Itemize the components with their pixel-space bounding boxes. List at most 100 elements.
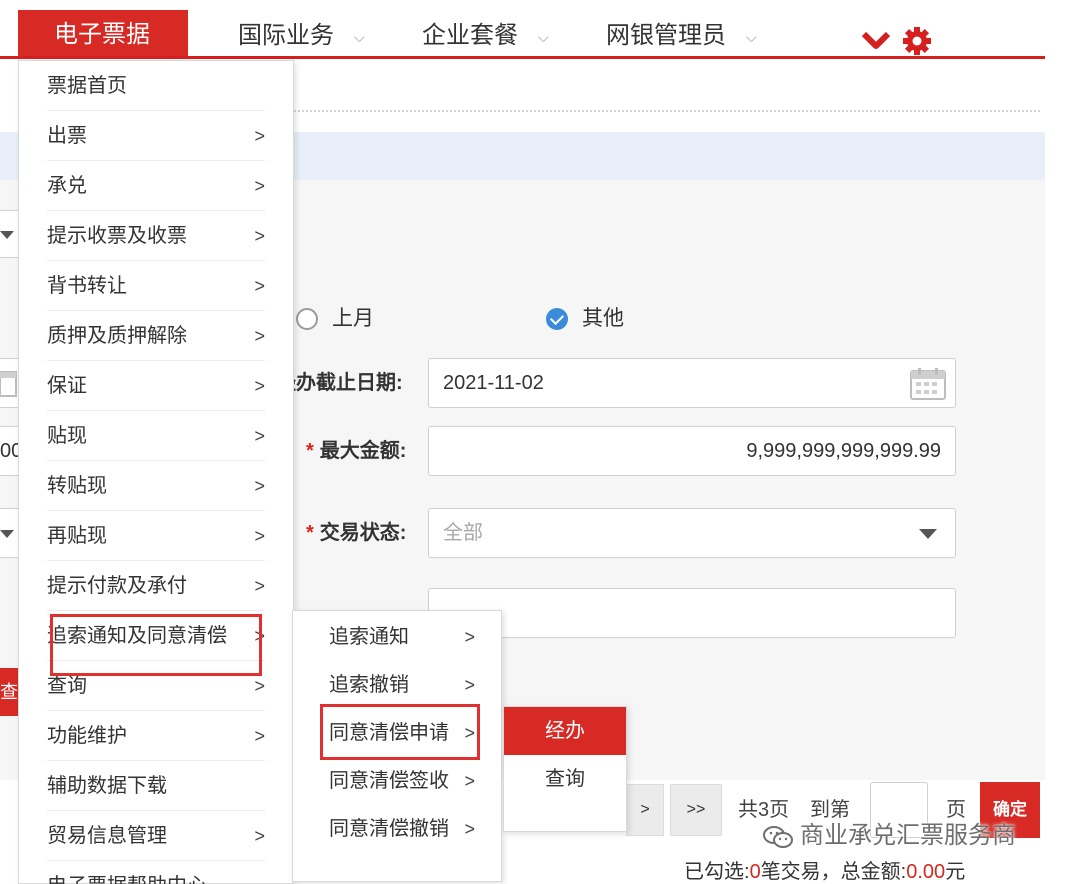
menu-item-label: 保证 xyxy=(47,375,87,397)
menu-item-label: 贴现 xyxy=(47,425,87,447)
nav-tab-netbank-admin[interactable]: 网银管理员 ⌵ xyxy=(606,20,757,53)
chevron-right-icon: > xyxy=(464,675,475,695)
submenu-item-recourse-notice[interactable]: 追索通知 > xyxy=(329,613,475,661)
menu-item-label: 提示付款及承付 xyxy=(47,575,187,597)
menu-item-discount[interactable]: 贴现 > xyxy=(47,411,265,461)
menu-item-accept[interactable]: 承兑 > xyxy=(47,161,265,211)
submenu-item-settlement-cancel[interactable]: 同意清偿撤销 > xyxy=(329,805,475,853)
chevron-down-icon: ⌵ xyxy=(538,28,549,45)
menu-item-label: 辅助数据下载 xyxy=(47,775,167,797)
radio-last-month[interactable]: 上月 xyxy=(296,304,374,334)
chevron-right-icon: > xyxy=(254,426,265,446)
menu-item-maintenance[interactable]: 功能维护 > xyxy=(47,711,265,761)
chevron-right-icon: > xyxy=(254,376,265,396)
submenu-item-handle[interactable]: 经办 xyxy=(504,707,626,755)
radio-label: 上月 xyxy=(332,307,374,330)
chevron-right-icon: > xyxy=(254,276,265,296)
chevron-right-icon: > xyxy=(254,526,265,546)
chevron-right-icon: > xyxy=(254,176,265,196)
menu-item-label: 承兑 xyxy=(47,175,87,197)
end-date-field[interactable]: 2021-11-02 xyxy=(428,358,956,408)
caret-down-icon xyxy=(0,530,14,538)
menu-item-label: 功能维护 xyxy=(47,725,127,747)
submenu-item-label: 追索撤销 xyxy=(329,674,409,696)
calendar-icon xyxy=(0,371,17,397)
settlement-apply-submenu: 经办 查询 xyxy=(503,706,627,832)
chevron-right-icon: > xyxy=(254,226,265,246)
nav-tab-international[interactable]: 国际业务 ⌵ xyxy=(238,20,365,53)
summary-prefix: 已勾选: xyxy=(684,861,750,883)
caret-down-icon xyxy=(0,231,14,239)
nav-tab-enterprise-package[interactable]: 企业套餐 ⌵ xyxy=(422,20,549,53)
status-select[interactable]: 全部 xyxy=(428,508,956,558)
left-amount-value: 00 xyxy=(0,440,19,462)
menu-item-payment[interactable]: 提示付款及承付 > xyxy=(47,561,265,611)
menu-item-bill-home[interactable]: 票据首页 xyxy=(47,61,265,111)
menu-item-guarantee[interactable]: 保证 > xyxy=(47,361,265,411)
chevron-down-icon: ⌵ xyxy=(354,28,365,45)
submenu-item-recourse-cancel[interactable]: 追索撤销 > xyxy=(329,661,475,709)
summary-count: 0 xyxy=(749,861,761,883)
bill-number-field[interactable] xyxy=(428,588,956,638)
menu-item-pledge[interactable]: 质押及质押解除 > xyxy=(47,311,265,361)
chevron-right-icon: > xyxy=(254,326,265,346)
menu-item-label: 出票 xyxy=(47,125,87,147)
highlight-box xyxy=(50,614,262,676)
calendar-icon[interactable] xyxy=(909,367,947,401)
menu-item-label: 再贴现 xyxy=(47,525,107,547)
next-page-button[interactable]: > xyxy=(626,784,664,836)
radio-checked-icon xyxy=(546,308,568,331)
gear-icon[interactable] xyxy=(902,26,932,56)
nav-tab-label: 企业套餐 xyxy=(422,22,518,49)
left-select-stub[interactable] xyxy=(0,210,20,258)
menu-item-rediscount-transfer[interactable]: 转贴现 > xyxy=(47,461,265,511)
left-status-stub[interactable] xyxy=(0,508,20,558)
selection-summary: 已勾选:0笔交易，总金额:0.00元 xyxy=(684,858,965,884)
chevron-right-icon: > xyxy=(254,726,265,746)
chevron-down-icon: ⌵ xyxy=(746,28,757,45)
max-amount-field[interactable]: 9,999,999,999,999.99 xyxy=(428,426,956,476)
menu-item-receive[interactable]: 提示收票及收票 > xyxy=(47,211,265,261)
chevron-right-icon: > xyxy=(254,126,265,146)
summary-suffix: 元 xyxy=(945,861,966,883)
radio-unchecked-icon xyxy=(296,308,318,331)
end-date-label: 经办截止日期: xyxy=(276,372,403,394)
chevron-right-icon: > xyxy=(254,576,265,596)
wechat-icon xyxy=(763,825,793,848)
query-button-partial[interactable]: 查 xyxy=(0,668,18,716)
chevron-right-icon: > xyxy=(464,819,475,839)
status-label: * 交易状态: xyxy=(306,518,406,548)
radio-other[interactable]: 其他 xyxy=(546,304,624,334)
highlight-box xyxy=(320,704,480,760)
menu-item-help-center[interactable]: 电子票据帮助中心 xyxy=(47,861,265,884)
menu-item-trade-info[interactable]: 贸易信息管理 > xyxy=(47,811,265,861)
summary-mid: 笔交易，总金额: xyxy=(760,861,907,883)
menu-item-label: 票据首页 xyxy=(47,75,127,97)
menu-item-label: 贸易信息管理 xyxy=(47,825,167,847)
menu-item-label: 提示收票及收票 xyxy=(47,225,187,247)
max-amount-label-text: 最大金额: xyxy=(319,440,407,462)
submenu-item-label: 同意清偿签收 xyxy=(329,770,449,792)
left-amount-stub[interactable]: 00 xyxy=(0,426,20,476)
submenu-item-inquiry[interactable]: 查询 xyxy=(504,755,626,803)
menu-item-endorse[interactable]: 背书转让 > xyxy=(47,261,265,311)
menu-item-rediscount[interactable]: 再贴现 > xyxy=(47,511,265,561)
max-amount-label: * 最大金额: xyxy=(306,436,406,466)
menu-item-data-download[interactable]: 辅助数据下载 xyxy=(47,761,265,811)
last-page-button[interactable]: >> xyxy=(670,784,722,836)
menu-item-label: 电子票据帮助中心 xyxy=(47,875,207,884)
radio-label: 其他 xyxy=(582,307,624,330)
submenu-item-label: 同意清偿撤销 xyxy=(329,818,449,840)
divider xyxy=(290,110,1040,112)
menu-item-label: 转贴现 xyxy=(47,475,107,497)
status-label-text: 交易状态: xyxy=(319,522,407,544)
menu-item-issue[interactable]: 出票 > xyxy=(47,111,265,161)
top-navigation: 电子票据 国际业务 ⌵ 企业套餐 ⌵ 网银管理员 ⌵ xyxy=(0,0,1080,60)
max-amount-value: 9,999,999,999,999.99 xyxy=(746,440,941,462)
end-date-value: 2021-11-02 xyxy=(443,372,544,394)
left-date-stub[interactable] xyxy=(0,358,20,408)
submenu-item-settlement-sign[interactable]: 同意清偿签收 > xyxy=(329,757,475,805)
nav-underline xyxy=(0,56,1045,59)
chevron-down-icon[interactable] xyxy=(862,30,890,52)
nav-tab-electronic-bills[interactable]: 电子票据 xyxy=(18,10,188,58)
